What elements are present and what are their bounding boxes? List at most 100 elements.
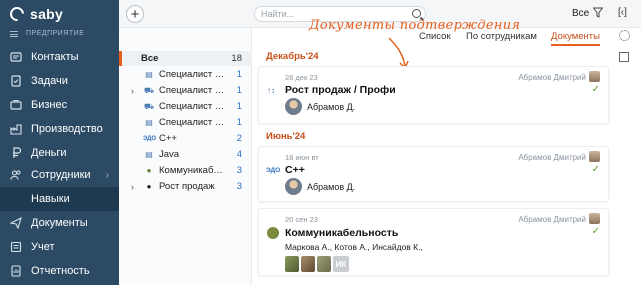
- sidebar-item-label: Документы: [31, 217, 88, 229]
- expand-arrow-icon[interactable]: ›: [131, 182, 141, 192]
- documents-icon: [10, 217, 22, 229]
- filter-value[interactable]: Все: [572, 8, 589, 19]
- scan-icon[interactable]: [‹]: [618, 7, 627, 18]
- sidebar-item-business[interactable]: Бизнес: [0, 93, 119, 117]
- check-icon: ✓: [591, 226, 600, 237]
- skills-list-item[interactable]: ● Коммуникабельн... 3: [119, 163, 252, 178]
- month-header: Декабрь'24: [266, 51, 319, 62]
- skill-badge-icon: ●: [146, 166, 152, 175]
- sidebar-item-label: Задачи: [31, 75, 68, 87]
- skill-label: Все: [141, 53, 159, 64]
- skill-label: C++: [159, 133, 177, 144]
- avatar: [285, 256, 299, 272]
- annotation-callout: Документы подтверждения: [309, 18, 521, 33]
- card-title: C++: [285, 164, 305, 176]
- card-person: Абрамов Д.: [307, 102, 356, 112]
- sidebar-item-label: Сотрудники: [31, 169, 91, 181]
- card-date: 20 сен 23: [285, 215, 318, 224]
- saby-logo[interactable]: saby: [7, 4, 64, 24]
- avatar: [317, 256, 331, 272]
- skills-panel: Все 18 ▤ Специалист по н... 1 › ⛟ Специа…: [119, 28, 252, 285]
- skills-list-item[interactable]: ▤ Специалист по н... 1: [119, 67, 252, 82]
- brand-name: saby: [30, 6, 64, 22]
- card-title: Коммуникабельность: [285, 227, 399, 239]
- sidebar-item-label: Деньги: [31, 147, 67, 159]
- sidebar-item-label: Отчетность: [31, 265, 90, 277]
- tasks-icon: [10, 75, 22, 87]
- employees-icon: [10, 169, 22, 181]
- expand-arrow-icon[interactable]: ›: [131, 86, 141, 96]
- production-icon: [10, 123, 22, 135]
- skills-list-item[interactable]: › ● Рост продаж 3: [119, 179, 252, 194]
- edo-icon: ЭДО: [266, 167, 281, 174]
- skills-list-item[interactable]: ▤ Специалист про ... 1: [119, 115, 252, 130]
- skills-list-item[interactable]: ⛟ Специалист по р... 1: [119, 99, 252, 114]
- skill-badge-icon: ●: [146, 182, 152, 191]
- sidebar-item-label: Контакты: [31, 51, 79, 63]
- card-people: Маркова А., Котов А., Инсайдов К.,: [285, 242, 423, 252]
- sidebar-item-label: Навыки: [31, 193, 70, 205]
- sidebar-item-documents[interactable]: Документы: [0, 211, 119, 235]
- skill-count: 1: [236, 85, 242, 96]
- card-date: 28 дек 23: [285, 73, 318, 82]
- sidebar-item-label: Бизнес: [31, 99, 68, 111]
- skill-label: Специалист по р...: [159, 101, 226, 112]
- document-card[interactable]: 20 сен 23 Абрамов Дмитрий ✓ Коммуникабел…: [258, 208, 609, 276]
- sidebar-item-employees[interactable]: Сотрудники ›: [0, 163, 119, 187]
- card-date: 18 июн вт: [285, 153, 319, 162]
- skill-count: 2: [236, 133, 242, 144]
- skill-count: 1: [236, 117, 242, 128]
- sidebar: saby ПРЕДПРИЯТИЕ Контакты Задачи Бизнес …: [0, 0, 119, 285]
- tab-documents[interactable]: Документы: [551, 31, 600, 46]
- card-author: Абрамов Дмитрий: [518, 153, 586, 162]
- avatar-initials: ИК: [333, 256, 349, 272]
- skill-doc-icon: ▤: [145, 70, 153, 79]
- skill-doc-icon: ▤: [145, 118, 153, 127]
- author-avatar: [589, 213, 600, 224]
- sidebar-item-label: Производство: [31, 123, 103, 135]
- skill-label: Рост продаж: [159, 181, 215, 192]
- org-switcher[interactable]: ПРЕДПРИЯТИЕ: [10, 30, 84, 37]
- card-title: Рост продаж / Профи: [285, 84, 396, 96]
- filter-icon[interactable]: [592, 7, 604, 18]
- month-header: Июнь'24: [266, 131, 306, 142]
- sidebar-item-accounting[interactable]: Учет: [0, 235, 119, 259]
- skill-count: 4: [236, 149, 242, 160]
- contacts-icon: [10, 51, 22, 63]
- sidebar-item-tasks[interactable]: Задачи: [0, 69, 119, 93]
- sidebar-item-money[interactable]: Деньги: [0, 141, 119, 165]
- gear-icon[interactable]: [619, 30, 630, 41]
- avatar: [285, 178, 302, 195]
- skill-count: 3: [236, 181, 242, 192]
- saby-logo-icon: [7, 4, 27, 24]
- avatar: [285, 98, 302, 115]
- sidebar-item-production[interactable]: Производство: [0, 117, 119, 141]
- skills-list-item[interactable]: ▤ Java 4: [119, 147, 252, 162]
- skills-list-item[interactable]: › ⛟ Специалист по о... 1: [119, 83, 252, 98]
- document-card[interactable]: 18 июн вт Абрамов Дмитрий ✓ ЭДО C++ Абра…: [258, 146, 609, 202]
- check-icon: ✓: [591, 164, 600, 175]
- chevron-right-icon: ›: [105, 169, 109, 181]
- participants-avatars: ИК: [285, 256, 349, 272]
- check-icon: ✓: [591, 84, 600, 95]
- skill-count: 3: [236, 165, 242, 176]
- sidebar-item-reports[interactable]: Отчетность: [0, 259, 119, 283]
- skill-label: Java: [159, 149, 180, 160]
- add-button[interactable]: +: [126, 5, 144, 23]
- money-icon: [10, 147, 22, 159]
- skill-label: Специалист по н...: [159, 69, 226, 80]
- document-card[interactable]: 28 дек 23 Абрамов Дмитрий ✓ ↑↕ Рост прод…: [258, 66, 609, 124]
- sidebar-item-contacts[interactable]: Контакты: [0, 45, 119, 69]
- search-icon[interactable]: [412, 9, 421, 18]
- open-external-icon[interactable]: [619, 52, 629, 62]
- skills-list-item-all[interactable]: Все 18: [119, 51, 252, 66]
- skills-list-item[interactable]: ЭДО C++ 2: [119, 131, 252, 146]
- author-avatar: [589, 151, 600, 162]
- org-label: ПРЕДПРИЯТИЕ: [26, 30, 85, 37]
- sidebar-item-skills[interactable]: Навыки: [0, 187, 119, 211]
- skill-cart-icon: ⛟: [143, 85, 155, 95]
- skill-badge-icon: [267, 227, 279, 239]
- skill-doc-icon: ▤: [145, 150, 153, 159]
- accounting-icon: [10, 241, 22, 253]
- skill-count: 1: [236, 69, 242, 80]
